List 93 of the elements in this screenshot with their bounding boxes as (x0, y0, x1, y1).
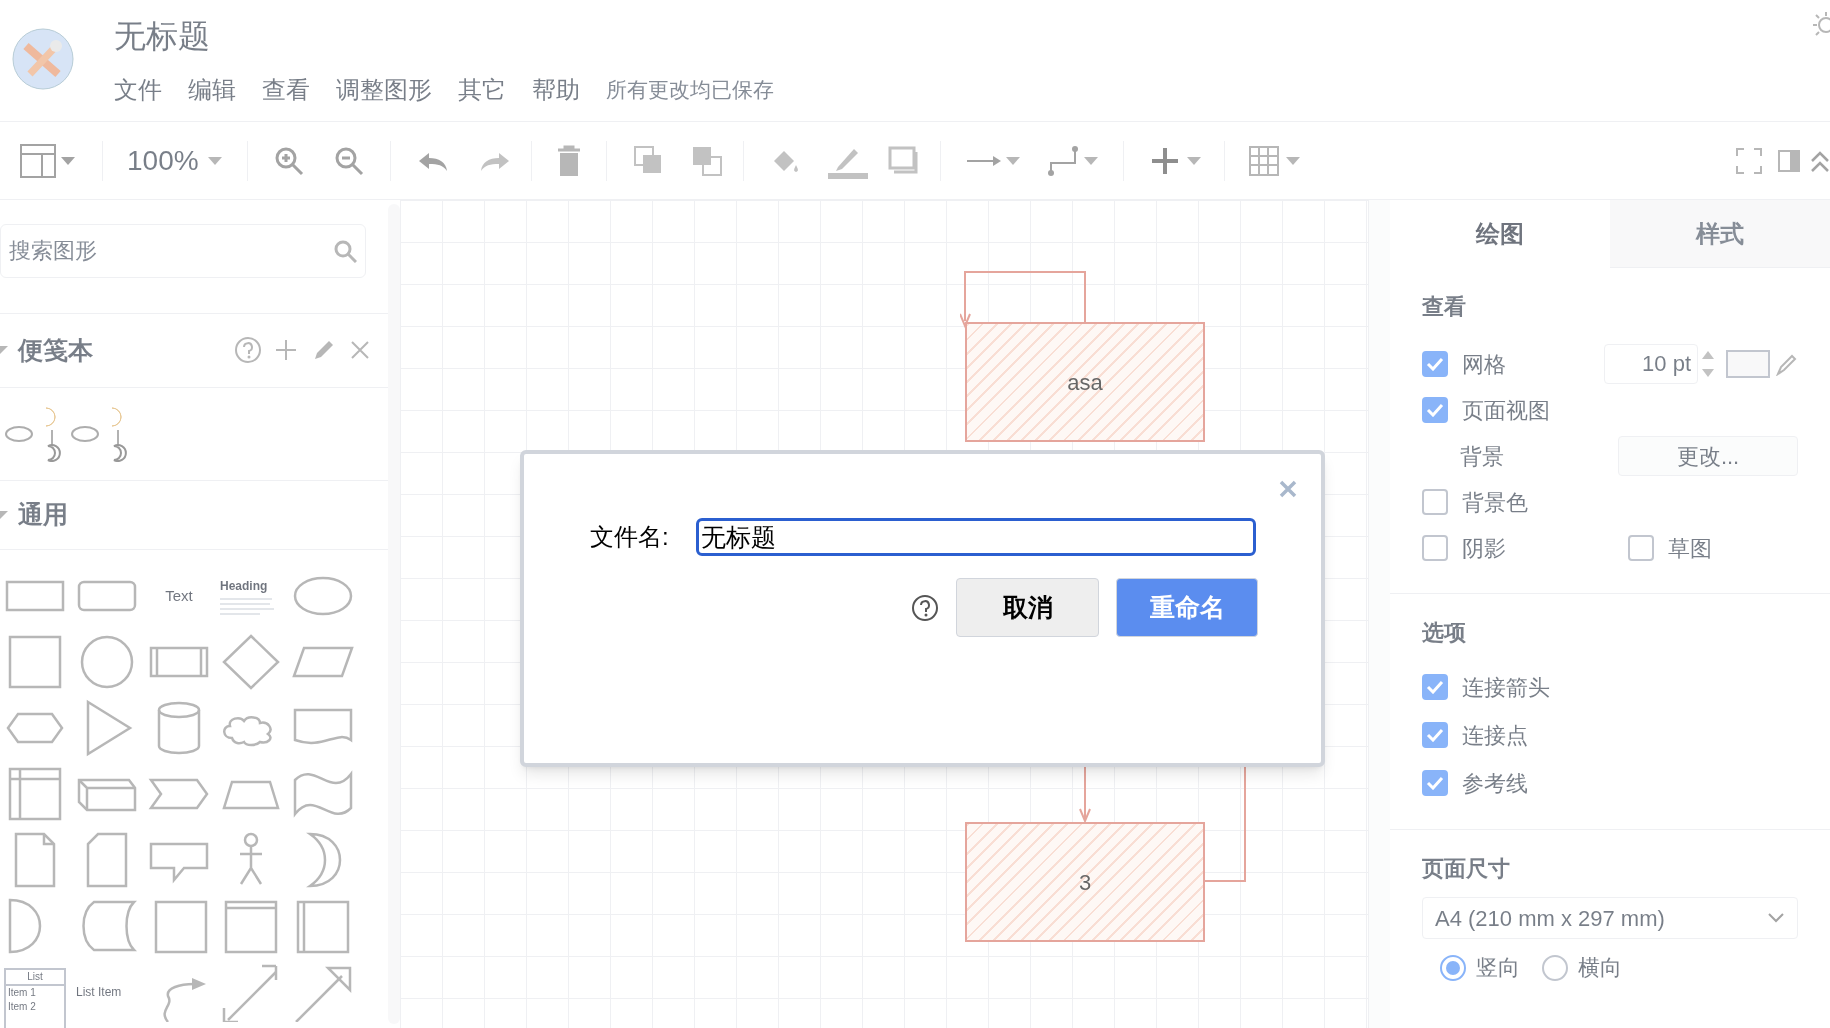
caret-icon[interactable] (1284, 155, 1301, 166)
zoom-out-icon[interactable] (333, 145, 364, 176)
diagram-node[interactable]: asa (965, 322, 1205, 442)
cancel-button[interactable]: 取消 (956, 578, 1099, 637)
checkmark-icon (1426, 728, 1444, 742)
zoom-in-icon[interactable] (273, 145, 304, 176)
close-icon[interactable] (1279, 480, 1297, 498)
search-icon (333, 238, 357, 263)
save-status: 所有更改均已保存 (606, 77, 774, 104)
help-icon[interactable] (911, 593, 939, 622)
zoom-dropdown[interactable]: 100% (127, 139, 223, 182)
diamond-shape-icon[interactable] (220, 632, 282, 692)
checkbox[interactable] (1422, 535, 1448, 561)
checkbox-label: 背景色 (1462, 488, 1528, 517)
checkbox-label: 参考线 (1462, 769, 1528, 798)
section-title[interactable]: 通用 (18, 496, 68, 534)
panel-tab[interactable]: 样式 (1610, 200, 1830, 268)
heading-text: Heading (220, 578, 269, 595)
collapse-arrow-icon[interactable] (0, 509, 10, 522)
connector-line (1079, 767, 1091, 822)
menu-item[interactable]: 查看 (262, 72, 310, 108)
ellipse-shape-icon[interactable] (4, 424, 34, 445)
collapse-arrow-icon[interactable] (0, 344, 10, 357)
checkbox[interactable] (1422, 722, 1448, 748)
page-size-dropdown[interactable]: A4 (210 mm x 297 mm) (1422, 897, 1798, 939)
grid-size-field[interactable]: 10 pt (1604, 344, 1698, 384)
radio-label: 横向 (1578, 954, 1622, 982)
diagram-node[interactable]: 3 (965, 822, 1205, 942)
checkmark-icon (1426, 357, 1444, 372)
checkbox-label: 阴影 (1462, 534, 1506, 563)
list-item-text: Item 2 (7, 1000, 37, 1014)
list-item-shape[interactable]: List Item (76, 962, 138, 1022)
fullscreen-icon[interactable] (1736, 147, 1762, 174)
section-title[interactable]: 便笺本 (18, 331, 93, 370)
search-field[interactable]: 搜索图形 (0, 223, 366, 279)
rename-button[interactable]: 重命名 (1116, 578, 1258, 637)
checkbox[interactable] (1422, 674, 1448, 700)
radio-button[interactable] (1542, 954, 1568, 981)
ellipse-shape-icon[interactable] (70, 424, 100, 445)
section-heading: 选项 (1422, 619, 1466, 647)
color-swatch[interactable] (1726, 350, 1770, 378)
checkbox-label: 页面视图 (1462, 396, 1550, 425)
checkmark-icon (1426, 403, 1444, 417)
checkmark-icon (1426, 776, 1444, 790)
close-icon[interactable] (350, 340, 370, 361)
menu-item[interactable]: 帮助 (532, 72, 580, 108)
caret-icon[interactable] (1185, 155, 1202, 166)
document-title[interactable]: 无标题 (114, 16, 210, 56)
list-item-text: Item 1 (7, 986, 37, 1000)
filename-field[interactable]: 无标题 (696, 518, 1256, 556)
delete-icon[interactable] (555, 144, 582, 177)
table-icon[interactable] (1248, 145, 1279, 176)
checkmark-icon (1426, 680, 1444, 694)
text-shape[interactable]: Text (148, 566, 210, 626)
menu-item[interactable]: 其它 (458, 72, 506, 108)
add-icon[interactable] (274, 338, 298, 363)
chevron-down-icon (1767, 912, 1785, 924)
checkbox[interactable] (1422, 770, 1448, 796)
caret-icon[interactable] (60, 155, 76, 166)
waypoint-icon[interactable] (1046, 144, 1079, 177)
menu-item[interactable]: 调整图形 (336, 72, 432, 108)
caret-icon (206, 155, 223, 166)
search-field[interactable]: 搜索图形 (9, 234, 333, 268)
radio-label: 竖向 (1476, 954, 1520, 982)
layout-icon[interactable] (20, 143, 56, 178)
filename-label: 文件名: (590, 522, 670, 552)
section-heading: 页面尺寸 (1422, 855, 1510, 883)
menu-item[interactable]: 文件 (114, 72, 162, 108)
app-logo-icon (12, 28, 74, 90)
section-heading: 查看 (1422, 293, 1466, 321)
shadow-icon[interactable] (887, 145, 920, 176)
caret-icon[interactable] (1082, 155, 1099, 166)
checkbox[interactable] (1422, 351, 1448, 378)
list-shape[interactable]: List Item 1 Item 2 (4, 968, 66, 1028)
checkbox-label: 草图 (1668, 534, 1712, 563)
eyedropper-icon[interactable] (1776, 352, 1798, 376)
list-title: List (6, 970, 64, 986)
checkbox[interactable] (1422, 397, 1448, 423)
checkbox-label: 网格 (1462, 350, 1506, 379)
caret-icon[interactable] (1004, 155, 1021, 166)
plus-icon[interactable] (1149, 145, 1180, 176)
checkbox[interactable] (1628, 535, 1654, 561)
checkbox[interactable] (1422, 489, 1448, 515)
page-size-value: A4 (210 mm x 297 mm) (1435, 904, 1666, 933)
to-back-icon[interactable] (690, 144, 723, 177)
menu-item[interactable]: 编辑 (188, 72, 236, 108)
connector-icon[interactable] (966, 154, 1001, 167)
checkbox-label: 连接箭头 (1462, 673, 1550, 702)
change-background-button[interactable]: 更改... (1618, 436, 1798, 476)
panel-toggle-icon[interactable] (1778, 149, 1800, 172)
radio-button[interactable] (1440, 954, 1466, 981)
background-label: 背景 (1460, 443, 1504, 469)
checkbox-label: 连接点 (1462, 721, 1528, 750)
